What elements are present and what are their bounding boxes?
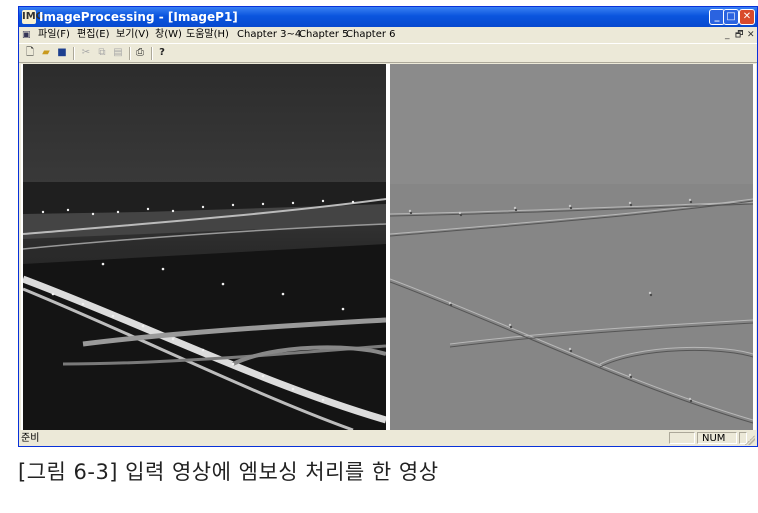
menu-chapter-3-4[interactable]: Chapter 3~4 bbox=[237, 27, 301, 43]
mdi-restore-button[interactable]: 🗗 bbox=[735, 29, 743, 41]
menu-view[interactable]: 보기(V) bbox=[116, 27, 149, 43]
toolbar-separator bbox=[129, 47, 131, 60]
embossed-output-image bbox=[390, 64, 753, 430]
image-app-icon[interactable]: IMG bbox=[22, 10, 44, 24]
status-panel-empty bbox=[669, 432, 695, 444]
title-bar[interactable]: IMG ImageProcessing - [ImageP1] _ □ ✕ bbox=[19, 7, 757, 27]
paste-icon[interactable]: ▤ bbox=[111, 46, 125, 60]
help-icon[interactable]: ? bbox=[155, 46, 169, 60]
document-client-area bbox=[21, 64, 756, 430]
mdi-minimize-button[interactable]: _ bbox=[725, 29, 730, 41]
copy-icon[interactable]: ⧉ bbox=[95, 46, 109, 60]
maximize-button[interactable]: □ bbox=[723, 9, 739, 25]
resize-grip-icon[interactable] bbox=[745, 435, 755, 445]
num-lock-indicator: NUM bbox=[697, 432, 737, 444]
figure-caption: [그림 6-3] 입력 영상에 엠보싱 처리를 한 영상 bbox=[18, 460, 439, 484]
menu-window[interactable]: 창(W) bbox=[155, 27, 182, 43]
document-icon[interactable]: ▣ bbox=[22, 29, 34, 41]
toolbar: 🗋 ▰ ■ ✂ ⧉ ▤ ⎙ ? bbox=[19, 43, 757, 63]
cut-icon[interactable]: ✂ bbox=[79, 46, 93, 60]
menu-chapter-5[interactable]: Chapter 5 bbox=[299, 27, 349, 43]
print-icon[interactable]: ⎙ bbox=[133, 46, 147, 60]
window-title: ImageProcessing - [ImageP1] bbox=[39, 10, 238, 24]
toolbar-separator bbox=[73, 47, 75, 60]
status-bar: 준비 NUM bbox=[19, 431, 757, 446]
menu-chapter-6[interactable]: Chapter 6 bbox=[346, 27, 396, 43]
menu-bar: ▣ 파일(F) 편집(E) 보기(V) 창(W) 도움말(H) Chapter … bbox=[19, 27, 757, 43]
new-file-icon[interactable]: 🗋 bbox=[23, 46, 37, 60]
input-night-city-image bbox=[23, 64, 386, 430]
status-text: 준비 bbox=[21, 433, 40, 444]
app-window: IMG ImageProcessing - [ImageP1] _ □ ✕ ▣ … bbox=[18, 6, 758, 447]
menu-file[interactable]: 파일(F) bbox=[38, 27, 70, 43]
open-folder-icon[interactable]: ▰ bbox=[39, 46, 53, 60]
save-disk-icon[interactable]: ■ bbox=[55, 46, 69, 60]
menu-help[interactable]: 도움말(H) bbox=[186, 27, 229, 43]
menu-edit[interactable]: 편집(E) bbox=[77, 27, 110, 43]
mdi-close-button[interactable]: ✕ bbox=[747, 29, 755, 41]
close-button[interactable]: ✕ bbox=[739, 9, 755, 25]
toolbar-separator bbox=[151, 47, 153, 60]
